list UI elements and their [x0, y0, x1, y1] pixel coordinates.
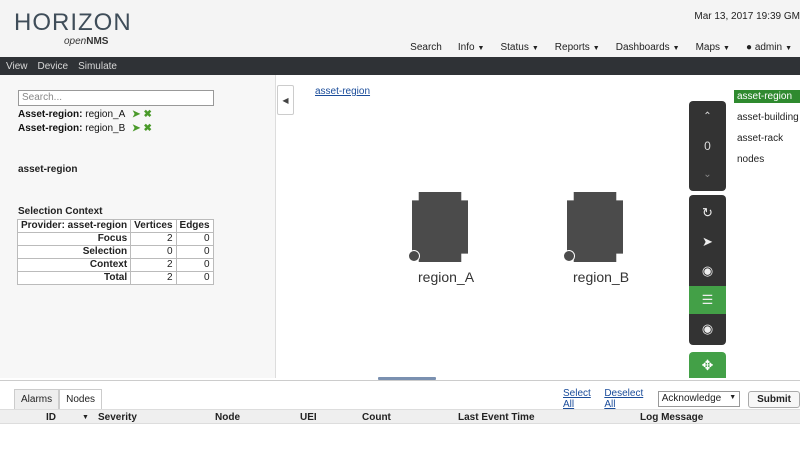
menu-view[interactable]: View: [6, 61, 28, 72]
search-input[interactable]: Search...: [18, 90, 214, 106]
table-header: ID ▼ Severity Node UEI Count Last Event …: [0, 409, 800, 424]
submit-button[interactable]: Submit: [748, 390, 800, 408]
layer-title: asset-region: [18, 164, 78, 175]
caret-down-icon: ▼: [785, 45, 792, 52]
column-header-uei[interactable]: UEI: [300, 412, 317, 423]
chevron-down-icon: ▼: [729, 394, 737, 401]
table-actions: Select All Deselect All Acknowledge ▼ Su…: [563, 388, 800, 410]
column-header-node[interactable]: Node: [215, 412, 240, 423]
tab-nodes[interactable]: Nodes: [59, 389, 103, 409]
breadcrumb[interactable]: asset-region: [315, 86, 370, 97]
vertex-shape: [412, 192, 468, 262]
sort-desc-icon[interactable]: ▼: [82, 414, 89, 421]
vertex-status-dot: [408, 250, 420, 262]
menu-device[interactable]: Device: [38, 61, 69, 72]
collapse-panel-button[interactable]: ◀: [277, 85, 294, 115]
table-header-row: Provider: asset-region Vertices Edges: [16, 219, 214, 233]
table-row: Total 2 0: [16, 271, 214, 285]
vertex-shape: [567, 192, 623, 262]
caret-down-icon: ▼: [477, 45, 485, 52]
layer-item[interactable]: asset-region: [734, 90, 800, 103]
chevron-left-icon: ◀: [282, 95, 289, 105]
column-header-severity[interactable]: Severity: [98, 412, 137, 423]
vertex-region-a[interactable]: [408, 192, 468, 262]
layer-list: asset-region asset-building asset-rack n…: [734, 90, 800, 174]
locate-icon[interactable]: ➤: [689, 228, 726, 256]
bottom-tabs: Alarms Nodes: [14, 389, 103, 409]
caret-down-icon: ▼: [723, 45, 730, 52]
table-row: Selection 0 0: [16, 245, 214, 259]
selection-context-title: Selection Context: [18, 206, 103, 217]
column-header-count[interactable]: Count: [362, 412, 391, 423]
caret-down-icon: ▼: [592, 45, 600, 52]
selection-item: Asset-region: region_B ➤ ✖: [18, 123, 152, 134]
caret-down-icon: ▼: [531, 45, 539, 52]
nav-search[interactable]: Search: [402, 42, 450, 53]
caret-down-icon: ▼: [672, 45, 680, 52]
column-header-last-event-time[interactable]: Last Event Time: [458, 412, 535, 423]
refresh-icon[interactable]: ↻: [689, 199, 726, 227]
nav-dashboards[interactable]: Dashboards ▼: [608, 42, 688, 53]
info-panel: Search... Asset-region: region_A ➤ ✖ Asse…: [0, 75, 276, 378]
semantic-zoom-control: ⌃ 0 ⌄: [689, 101, 726, 191]
list-icon[interactable]: ☰: [689, 286, 726, 314]
pan-move-icon[interactable]: ✥: [689, 352, 726, 378]
top-header: HORIZON openNMS Mar 13, 2017 19:39 GM Se…: [0, 0, 800, 57]
vertex-status-dot: [563, 250, 575, 262]
column-header-log-message[interactable]: Log Message: [640, 412, 703, 423]
nav-info[interactable]: Info ▼: [450, 42, 493, 53]
layer-item[interactable]: nodes: [734, 153, 800, 166]
vertex-label: region_B: [573, 269, 630, 285]
chevron-down-icon[interactable]: ⌄: [689, 169, 726, 180]
bottom-table-panel: Alarms Nodes Select All Deselect All Ack…: [0, 380, 800, 465]
remove-icon[interactable]: ✖: [143, 123, 151, 134]
layer-item[interactable]: asset-rack: [734, 132, 800, 145]
deselect-all-link[interactable]: Deselect All: [604, 388, 651, 410]
opennms-logo[interactable]: HORIZON openNMS: [14, 9, 132, 48]
locate-icon[interactable]: ➤: [132, 109, 140, 120]
nav-reports[interactable]: Reports ▼: [547, 42, 608, 53]
main-navigation: Search Info ▼ Status ▼ Reports ▼ Dashboards…: [402, 42, 800, 53]
chevron-up-icon[interactable]: ⌃: [689, 111, 726, 122]
selection-context-table: Provider: asset-region Vertices Edges Fo…: [16, 219, 214, 285]
locate-icon[interactable]: ➤: [132, 123, 140, 134]
nav-maps[interactable]: Maps ▼: [688, 42, 738, 53]
column-header-id[interactable]: ID: [46, 412, 56, 423]
nav-user-menu[interactable]: ● admin ▼: [738, 42, 800, 53]
logo-subtitle: openNMS: [64, 36, 109, 47]
table-row: Context 2 0: [16, 258, 214, 272]
zoom-level: 0: [704, 139, 711, 153]
nav-status[interactable]: Status ▼: [492, 42, 546, 53]
logo-wordmark: HORIZON: [14, 9, 132, 36]
action-select[interactable]: Acknowledge ▼: [657, 391, 741, 407]
server-datetime: Mar 13, 2017 19:39 GM: [694, 11, 800, 22]
table-row: Focus 2 0: [16, 232, 214, 246]
menu-simulate[interactable]: Simulate: [78, 61, 117, 72]
canvas-toolbar: ↻ ➤ ◉ ☰ ◉: [689, 195, 726, 345]
selection-item: Asset-region: region_A ➤ ✖: [18, 109, 152, 120]
user-icon: ●: [745, 42, 753, 53]
vertex-region-b[interactable]: [563, 192, 623, 262]
select-all-link[interactable]: Select All: [563, 388, 600, 410]
globe-icon[interactable]: ◉: [689, 257, 726, 285]
layer-item[interactable]: asset-building: [734, 111, 800, 124]
remove-icon[interactable]: ✖: [143, 109, 151, 120]
tab-alarms[interactable]: Alarms: [14, 389, 60, 409]
topology-menubar: View Device Simulate: [0, 57, 800, 75]
vertex-label: region_A: [418, 269, 475, 285]
eye-icon[interactable]: ◉: [689, 315, 726, 343]
